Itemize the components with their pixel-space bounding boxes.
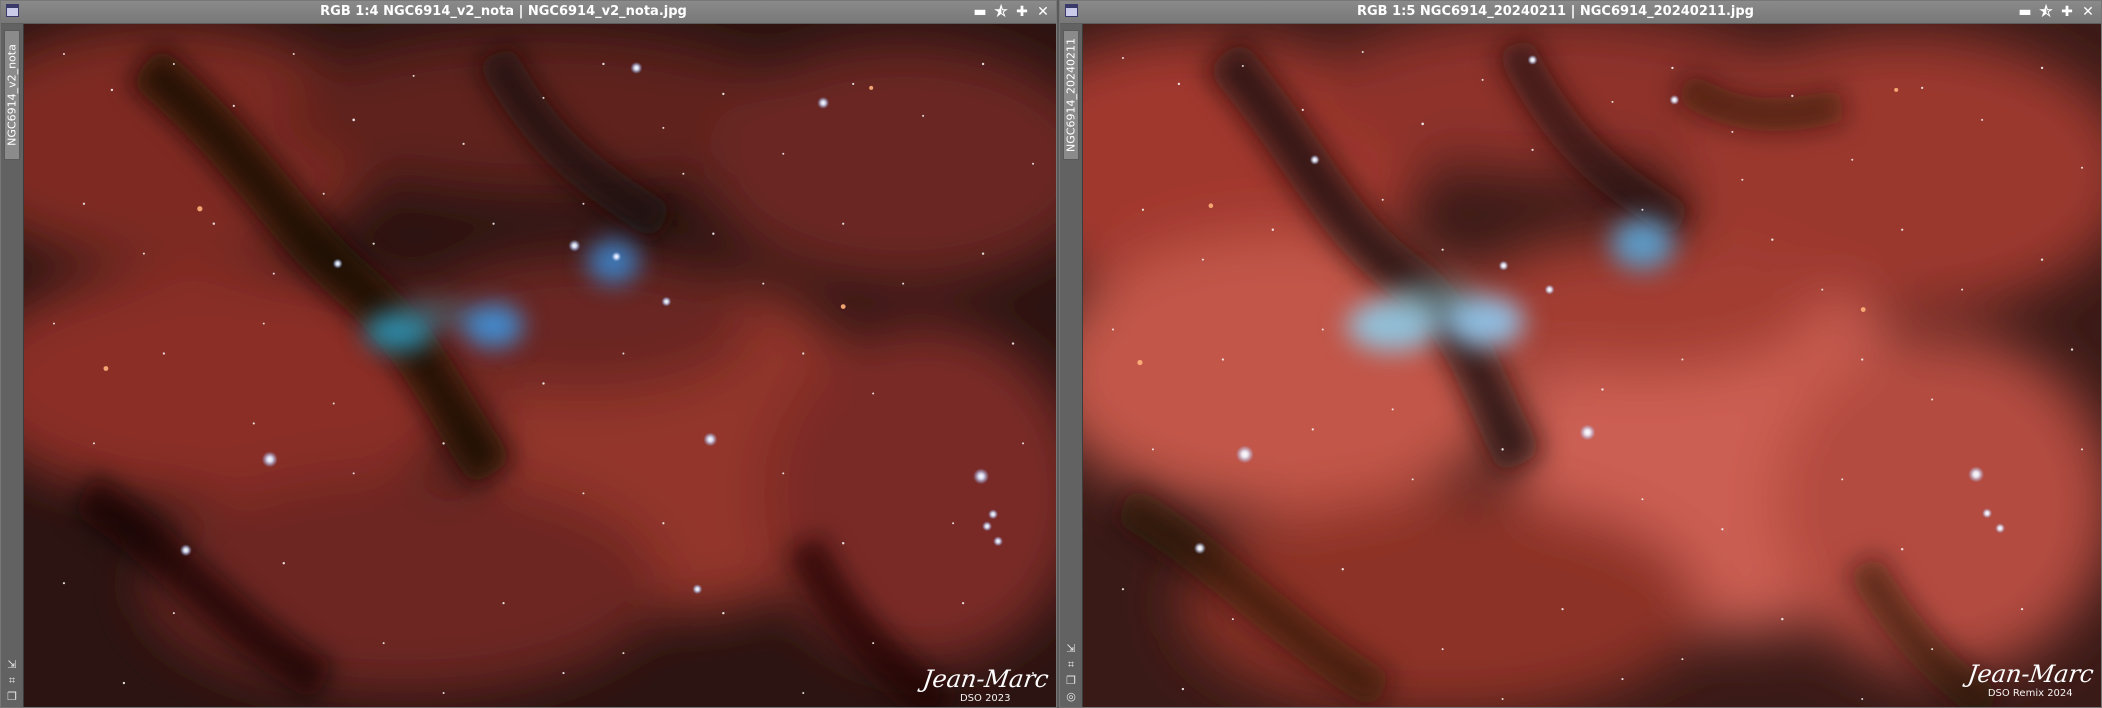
view-tab-label: NGC6914_20240211 xyxy=(1064,38,1078,152)
image-viewport[interactable]: Jean-Marc DSO 2023 xyxy=(24,24,1056,707)
maximize-icon[interactable]: ✚ xyxy=(1013,2,1031,22)
signature-line: DSO 2023 xyxy=(959,693,1011,704)
tool-eye-icon[interactable]: ◎ xyxy=(1065,691,1077,703)
signature-name: Jean-Marc xyxy=(1965,660,2095,688)
signature-watermark: Jean-Marc DSO Remix 2024 xyxy=(1965,660,2095,699)
title-bar[interactable]: RGB 1:5 NGC6914_20240211 | NGC6914_20240… xyxy=(1060,1,2101,24)
close-icon[interactable]: ✕ xyxy=(1034,2,1052,22)
image-window-left[interactable]: RGB 1:4 NGC6914_v2_nota | NGC6914_v2_not… xyxy=(0,0,1057,708)
title-bar[interactable]: RGB 1:4 NGC6914_v2_nota | NGC6914_v2_not… xyxy=(1,1,1056,24)
window-title: RGB 1:4 NGC6914_v2_nota | NGC6914_v2_not… xyxy=(320,4,687,19)
astro-image xyxy=(1083,24,2101,707)
signature-line: DSO Remix 2024 xyxy=(1987,688,2073,699)
view-tab[interactable]: NGC6914_v2_nota xyxy=(4,30,20,160)
signature-watermark: Jean-Marc DSO 2023 xyxy=(920,665,1050,704)
window-icon[interactable] xyxy=(1065,4,1078,17)
tool-copy-icon[interactable]: ❐ xyxy=(6,691,18,703)
window-title: RGB 1:5 NGC6914_20240211 | NGC6914_20240… xyxy=(1356,4,1754,19)
tool-arrow-icon[interactable]: ⇲ xyxy=(6,659,18,671)
astro-image xyxy=(24,24,1056,707)
tool-fit-icon[interactable]: ⌗ xyxy=(6,675,18,687)
shade-icon[interactable]: ⯪ xyxy=(2037,2,2055,22)
view-tab[interactable]: NGC6914_20240211 xyxy=(1063,30,1079,160)
close-icon[interactable]: ✕ xyxy=(2079,2,2097,22)
view-sidebar: NGC6914_v2_nota ⇲ ⌗ ❐ xyxy=(1,24,24,707)
tool-fit-icon[interactable]: ⌗ xyxy=(1065,659,1077,671)
minimize-icon[interactable]: ▬ xyxy=(2016,2,2034,22)
image-viewport[interactable]: Jean-Marc DSO Remix 2024 xyxy=(1083,24,2101,707)
shade-icon[interactable]: ⯪ xyxy=(992,2,1010,22)
view-sidebar: NGC6914_20240211 ⇲ ⌗ ❐ ◎ xyxy=(1060,24,1083,707)
view-tab-label: NGC6914_v2_nota xyxy=(5,44,19,146)
image-window-right[interactable]: RGB 1:5 NGC6914_20240211 | NGC6914_20240… xyxy=(1059,0,2102,708)
tool-arrow-icon[interactable]: ⇲ xyxy=(1065,643,1077,655)
minimize-icon[interactable]: ▬ xyxy=(971,2,989,22)
tool-copy-icon[interactable]: ❐ xyxy=(1065,675,1077,687)
window-icon[interactable] xyxy=(6,4,19,17)
signature-name: Jean-Marc xyxy=(920,665,1050,693)
maximize-icon[interactable]: ✚ xyxy=(2058,2,2076,22)
